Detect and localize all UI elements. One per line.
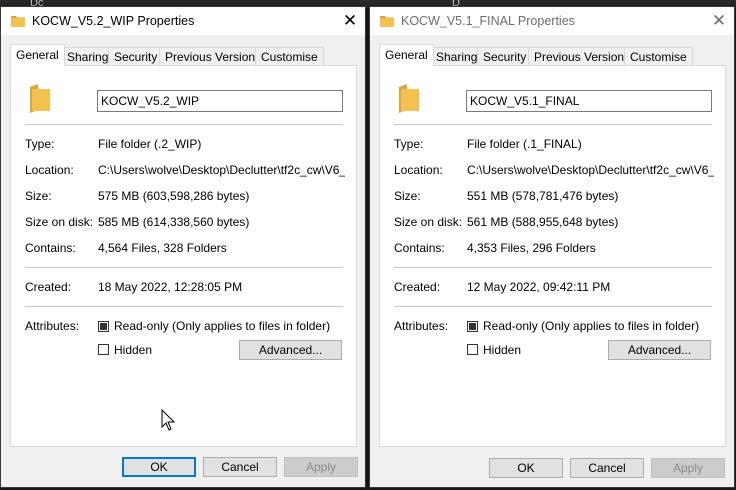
created-value: 18 May 2022, 12:28:05 PM — [98, 280, 243, 294]
type-value: File folder (.2_WIP) — [98, 137, 202, 151]
tab-customise[interactable]: Customise — [255, 47, 324, 65]
title-bar[interactable]: KOCW_V5.2_WIP Properties ✕ — [1, 7, 365, 35]
size-value: 551 MB (578,781,476 bytes) — [467, 189, 619, 203]
location-value: C:\Users\wolve\Desktop\Declutter\tf2c_cw… — [467, 163, 714, 177]
apply-button[interactable]: Apply — [651, 458, 725, 478]
tab-general[interactable]: General — [10, 44, 65, 66]
type-value: File folder (.1_FINAL) — [467, 137, 582, 151]
close-button[interactable]: ✕ — [704, 7, 734, 35]
size-label: Size: — [25, 189, 52, 203]
readonly-checkbox[interactable] — [467, 321, 478, 332]
folder-icon — [380, 16, 394, 27]
tab-security[interactable]: Security — [108, 47, 164, 65]
properties-window-v52[interactable]: KOCW_V5.2_WIP Properties ✕ General Shari… — [0, 6, 366, 488]
close-button[interactable]: ✕ — [335, 7, 365, 35]
size-on-disk-value: 561 MB (588,955,648 bytes) — [467, 215, 619, 229]
title-bar[interactable]: KOCW_V5.1_FINAL Properties ✕ — [370, 7, 734, 35]
hidden-checkbox[interactable] — [467, 344, 478, 355]
readonly-label[interactable]: Read-only (Only applies to files in fold… — [483, 319, 699, 333]
size-value: 575 MB (603,598,286 bytes) — [98, 189, 250, 203]
created-label: Created: — [25, 280, 72, 294]
hidden-checkbox[interactable] — [98, 344, 109, 355]
separator — [394, 306, 712, 307]
advanced-button[interactable]: Advanced... — [239, 340, 342, 360]
tab-sharing[interactable]: Sharing — [430, 47, 484, 65]
tab-previous-versions[interactable]: Previous Versions — [159, 47, 268, 65]
location-label: Location: — [394, 163, 443, 177]
readonly-checkbox[interactable] — [98, 321, 109, 332]
contains-value: 4,564 Files, 328 Folders — [98, 241, 227, 255]
large-folder-icon — [30, 84, 50, 113]
location-label: Location: — [25, 163, 74, 177]
window-title: KOCW_V5.1_FINAL Properties — [401, 14, 575, 28]
contains-value: 4,353 Files, 296 Folders — [467, 241, 596, 255]
size-on-disk-label: Size on disk: — [25, 215, 94, 229]
close-icon: ✕ — [342, 11, 358, 30]
tab-previous-versions[interactable]: Previous Versions — [528, 47, 637, 65]
tab-security[interactable]: Security — [477, 47, 533, 65]
contains-label: Contains: — [394, 241, 445, 255]
size-label: Size: — [394, 189, 421, 203]
separator — [394, 267, 712, 268]
folder-name-input[interactable] — [97, 90, 343, 112]
folder-name-input[interactable] — [466, 90, 712, 112]
separator — [25, 267, 343, 268]
attributes-label: Attributes: — [25, 319, 80, 333]
folder-icon — [11, 16, 25, 27]
general-panel: Type: File folder (.1_FINAL) Location: C… — [379, 65, 726, 447]
size-on-disk-value: 585 MB (614,338,560 bytes) — [98, 215, 250, 229]
tab-sharing[interactable]: Sharing — [61, 47, 115, 65]
contains-label: Contains: — [25, 241, 76, 255]
general-panel: Type: File folder (.2_WIP) Location: C:\… — [10, 65, 357, 447]
hidden-label[interactable]: Hidden — [114, 343, 152, 357]
size-on-disk-label: Size on disk: — [394, 215, 463, 229]
separator — [394, 124, 712, 125]
apply-button[interactable]: Apply — [284, 457, 358, 477]
window-title: KOCW_V5.2_WIP Properties — [32, 14, 195, 28]
created-value: 12 May 2022, 09:42:11 PM — [467, 280, 611, 294]
created-label: Created: — [394, 280, 441, 294]
cancel-button[interactable]: Cancel — [570, 458, 644, 478]
cancel-button[interactable]: Cancel — [203, 457, 277, 477]
ok-button[interactable]: OK — [122, 457, 196, 477]
large-folder-icon — [399, 84, 419, 113]
type-label: Type: — [394, 137, 424, 151]
hidden-label[interactable]: Hidden — [483, 343, 521, 357]
tab-customise[interactable]: Customise — [624, 47, 693, 65]
attributes-label: Attributes: — [394, 319, 449, 333]
type-label: Type: — [25, 137, 55, 151]
separator — [25, 306, 343, 307]
ok-button[interactable]: OK — [489, 458, 563, 478]
readonly-label[interactable]: Read-only (Only applies to files in fold… — [114, 319, 330, 333]
location-value: C:\Users\wolve\Desktop\Declutter\tf2c_cw… — [98, 163, 345, 177]
tab-general[interactable]: General — [379, 44, 434, 66]
close-icon: ✕ — [711, 11, 727, 30]
separator — [25, 124, 343, 125]
mouse-cursor-icon — [161, 409, 175, 431]
advanced-button[interactable]: Advanced... — [608, 340, 711, 360]
properties-window-v51[interactable]: KOCW_V5.1_FINAL Properties ✕ General Sha… — [369, 6, 735, 488]
